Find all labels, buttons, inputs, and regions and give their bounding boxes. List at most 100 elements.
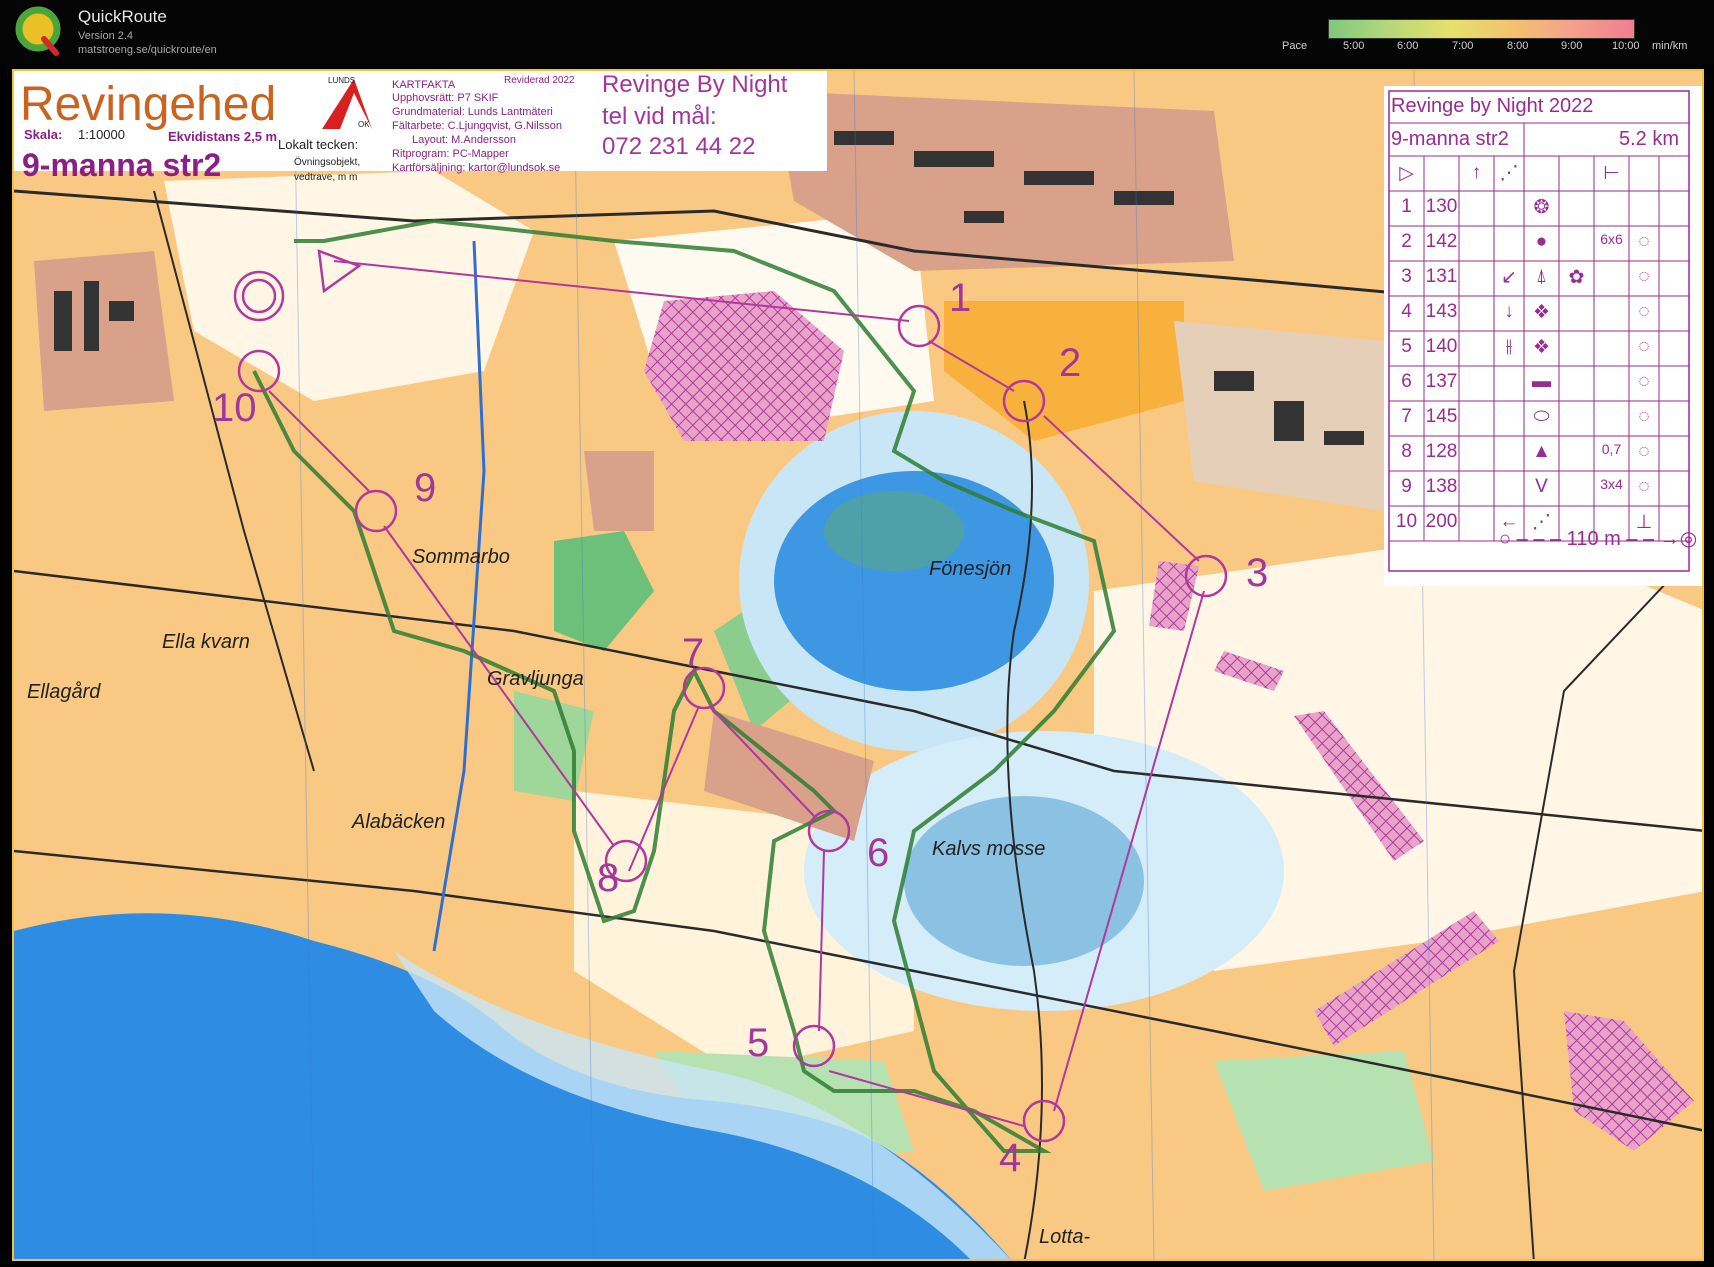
local-symbol-item: vedtrave, m m	[294, 172, 358, 183]
control-2-number: 2	[1059, 341, 1082, 385]
app-title: QuickRoute	[78, 7, 167, 26]
control-5-number: 5	[747, 1021, 770, 1065]
place-name: Alabäcken	[352, 811, 446, 833]
description-symbol: ▲	[1532, 441, 1551, 462]
description-control-code: 143	[1425, 301, 1458, 322]
control-9-number: 9	[414, 466, 437, 510]
description-control-number: 6	[1401, 371, 1412, 392]
description-symbol: ◌	[1638, 336, 1650, 357]
control-3-number: 3	[1246, 551, 1269, 595]
building	[1214, 371, 1254, 391]
description-symbol: 0,7	[1601, 441, 1622, 457]
finish-instruction: ○ – – – 110 m – – →◎	[1499, 528, 1698, 550]
description-symbol: ↓	[1504, 301, 1514, 322]
place-name: Ellagård	[27, 681, 101, 703]
description-symbol: ❂	[1533, 197, 1550, 218]
building	[1024, 171, 1094, 185]
description-symbol: ⬭	[1533, 406, 1550, 427]
place-name: Sommarbo	[412, 546, 510, 568]
kartfakta-line: Kartförsäljning: kartor@lundsok.se	[392, 162, 561, 174]
description-symbol: ❖	[1532, 337, 1551, 358]
building	[54, 291, 72, 351]
description-symbol: ▬	[1532, 371, 1551, 392]
pace-tick: 9:00	[1561, 40, 1583, 52]
place-name: Lotta-	[1039, 1226, 1091, 1248]
event-phone-number: 072 231 44 22	[602, 133, 756, 160]
control-10-number: 10	[212, 386, 257, 430]
place-name: Gravljunga	[487, 668, 584, 690]
kartfakta-line: Upphovsrätt: P7 SKIF	[392, 92, 499, 104]
description-symbol: ↙	[1501, 267, 1517, 288]
place-name: Ella kvarn	[162, 631, 250, 653]
control-7-number: 7	[682, 631, 705, 675]
quickroute-logo-icon	[15, 6, 61, 56]
app-url-link[interactable]: matstroeng.se/quickroute/en	[78, 44, 217, 56]
description-symbol: ◌	[1638, 371, 1650, 392]
description-control-code: 130	[1425, 196, 1458, 217]
description-control-number: 2	[1401, 231, 1412, 252]
building	[1324, 431, 1364, 445]
building	[109, 301, 134, 321]
description-control-number: 1	[1401, 196, 1412, 217]
building	[834, 131, 894, 145]
club-logo-text: LUNDS	[328, 76, 355, 85]
pace-tick: 7:00	[1452, 40, 1474, 52]
kartfakta-line: Grundmaterial: Lunds Lantmäteri	[392, 106, 553, 118]
place-name: Fönesjön	[929, 558, 1012, 580]
description-symbol: ◌	[1638, 406, 1650, 427]
description-distance: 5.2 km	[1619, 128, 1680, 150]
description-symbol: ✿	[1568, 267, 1585, 288]
event-phone-label: tel vid mål:	[602, 103, 717, 130]
description-symbol: 6x6	[1600, 231, 1623, 247]
description-control-code: 140	[1425, 336, 1458, 357]
scale-value: 1:10000	[78, 127, 125, 142]
pace-tick: 6:00	[1397, 40, 1419, 52]
control-6-number: 6	[867, 831, 890, 875]
orienteering-map[interactable]: Revingehed Skala: 1:10000 Ekvidistans 2,…	[12, 69, 1704, 1261]
building	[964, 211, 1004, 223]
description-symbol: ◌	[1638, 441, 1650, 462]
description-symbol: ◌	[1638, 231, 1650, 252]
pace-tick: 5:00	[1343, 40, 1365, 52]
description-header-symbol: ⊢	[1603, 163, 1620, 184]
kartfakta-revision: Reviderad 2022	[504, 75, 575, 86]
description-symbol: ❖	[1532, 302, 1551, 323]
description-control-code: 200	[1425, 511, 1458, 532]
building	[1114, 191, 1174, 205]
place-name: Kalvs mosse	[932, 838, 1046, 860]
map-area-name: Revingehed	[20, 78, 277, 131]
kartfakta-title: KARTFAKTA	[392, 79, 456, 91]
description-control-number: 3	[1401, 266, 1412, 287]
control-4-number: 4	[999, 1136, 1022, 1180]
description-control-number: 9	[1401, 476, 1412, 497]
description-symbol: 3x4	[1600, 476, 1623, 492]
event-name: Revinge By Night	[602, 71, 788, 98]
description-control-code: 131	[1425, 266, 1458, 287]
course-name: 9-manna str2	[22, 147, 222, 183]
app-toolbar: QuickRoute Version 2.4 matstroeng.se/qui…	[0, 0, 1714, 64]
marsh-kalvs-mosse	[904, 796, 1144, 966]
contour-interval: Ekvidistans 2,5 m	[168, 129, 278, 144]
description-symbol: V	[1535, 476, 1548, 497]
pace-color-scale	[1328, 19, 1635, 39]
app-version: Version 2.4	[78, 30, 134, 42]
description-control-code: 137	[1425, 371, 1458, 392]
description-symbol: ⫲	[1505, 336, 1513, 357]
control-8-number: 8	[597, 856, 620, 900]
pace-tick: 10:00	[1612, 40, 1640, 52]
kartfakta-line: Layout: M.Andersson	[412, 134, 516, 146]
description-control-number: 8	[1401, 441, 1412, 462]
scale-label: Skala:	[24, 127, 63, 142]
kartfakta-line: Fältarbete: C.Ljungqvist, G.Nilsson	[392, 120, 562, 132]
local-symbol-item: Övningsobjekt,	[294, 157, 361, 168]
description-header-symbol: ▷	[1399, 163, 1414, 184]
description-symbol: ●	[1535, 231, 1548, 252]
settlement-area	[584, 451, 654, 531]
description-header-symbol: ↑	[1471, 162, 1482, 183]
control-1-number: 1	[949, 276, 972, 320]
description-symbol: ◌	[1638, 266, 1650, 287]
description-control-number: 10	[1395, 511, 1418, 532]
description-control-number: 7	[1401, 406, 1412, 427]
description-control-code: 142	[1425, 231, 1458, 252]
description-symbol: ◌	[1638, 301, 1650, 322]
